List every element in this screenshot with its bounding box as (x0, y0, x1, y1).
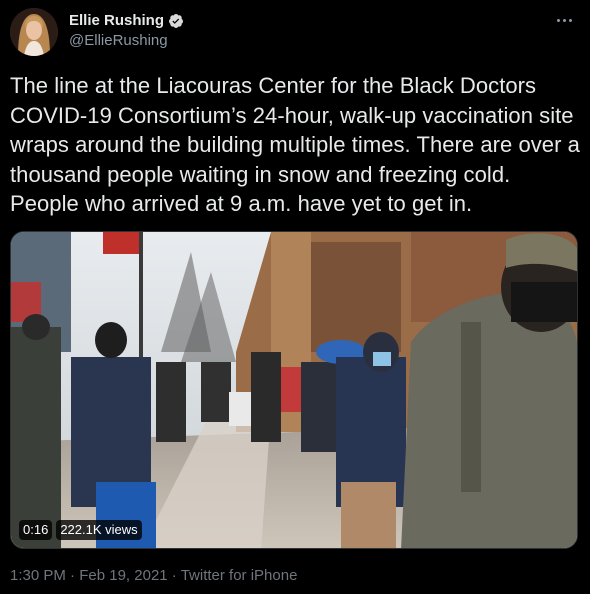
author-names: Ellie Rushing @EllieRushing (69, 11, 184, 51)
author-handle[interactable]: @EllieRushing (69, 31, 184, 51)
more-options-button[interactable] (550, 10, 578, 30)
video-views: 222.1K views (56, 520, 142, 540)
tweet-date[interactable]: Feb 19, 2021 (79, 567, 167, 584)
meta-separator: · (167, 567, 181, 584)
avatar[interactable] (10, 8, 58, 56)
verified-badge-icon (168, 13, 184, 29)
more-horizontal-icon (556, 18, 560, 22)
video-player[interactable] (10, 231, 578, 549)
meta-separator: · (65, 567, 80, 584)
tweet-source[interactable]: Twitter for iPhone (181, 567, 298, 584)
more-dot (562, 18, 566, 22)
tweet-text: The line at the Liacouras Center for the… (10, 73, 580, 217)
video-duration: 0:16 (19, 520, 53, 540)
display-name[interactable]: Ellie Rushing (69, 11, 164, 30)
avatar-photo-icon (10, 8, 58, 56)
video-stats: 0:16 222.1K views (19, 520, 142, 540)
tweet-time[interactable]: 1:30 PM (10, 567, 66, 584)
more-dot (568, 18, 572, 22)
tweet-meta: 1:30 PM · Feb 19, 2021 · Twitter for iPh… (10, 566, 297, 586)
tweet-header: Ellie Rushing @EllieRushing (10, 8, 580, 56)
video-thumbnail-icon (11, 232, 577, 548)
